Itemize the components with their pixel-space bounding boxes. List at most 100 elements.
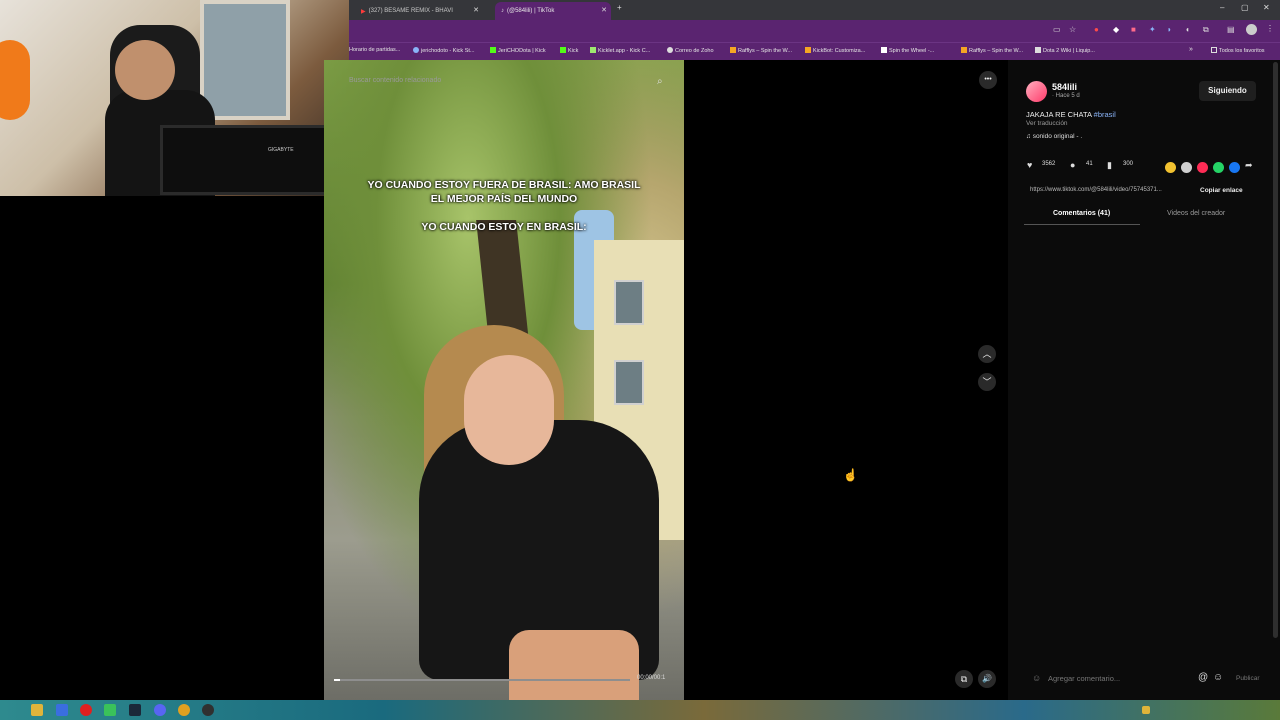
- next-video-button[interactable]: ﹀: [978, 373, 996, 391]
- share-embed-icon[interactable]: [1165, 162, 1176, 173]
- active-tab-underline: [1024, 224, 1140, 225]
- bookmark-item[interactable]: Kick: [560, 47, 578, 54]
- close-tab-icon[interactable]: ✕: [473, 6, 479, 14]
- bookmark-item[interactable]: jerichodoto - Kick St...: [413, 47, 475, 54]
- close-window-button[interactable]: ✕: [1263, 3, 1270, 12]
- tab-comments[interactable]: Comentarios (41): [1053, 210, 1110, 217]
- following-button[interactable]: Siguiendo: [1199, 81, 1256, 101]
- bookmark-item[interactable]: JeriCHODota | Kick: [490, 47, 546, 54]
- all-bookmarks[interactable]: Todos los favoritos: [1211, 47, 1265, 54]
- bookmark-item[interactable]: Rafflys – Spin the W...: [961, 47, 1023, 54]
- search-icon[interactable]: ⌕: [657, 76, 663, 87]
- video-player[interactable]: YO CUANDO ESTOY FUERA DE BRASIL: AMO BRA…: [324, 60, 684, 700]
- pip-button[interactable]: ⧉: [955, 670, 973, 688]
- post-description: JAKAJA RE CHATA #brasil: [1026, 110, 1116, 119]
- share-facebook-icon[interactable]: [1229, 162, 1240, 173]
- profile-avatar[interactable]: [1246, 24, 1257, 35]
- creator-username[interactable]: 584lili: [1052, 82, 1077, 92]
- screen: GIGABYTE ▶ (327) BESAME REMIX - BHAVI ✕ …: [0, 0, 1280, 720]
- previous-video-button[interactable]: ︿: [978, 345, 996, 363]
- share-arrow-icon[interactable]: ➦: [1245, 160, 1253, 171]
- building-window: [614, 280, 644, 325]
- publish-button[interactable]: Publicar: [1236, 675, 1259, 682]
- extension-icon[interactable]: ◗: [1167, 25, 1172, 34]
- panel-scrollbar[interactable]: [1273, 62, 1278, 638]
- menu-icon[interactable]: ⋮: [1266, 24, 1274, 33]
- comment-input[interactable]: Agregar comentario...: [1048, 674, 1120, 683]
- tab-creator-videos[interactable]: Videos del creador: [1167, 210, 1225, 217]
- streamer-face: [115, 40, 175, 100]
- video-progress-bar[interactable]: [334, 679, 630, 681]
- cast-icon[interactable]: ▭: [1053, 25, 1061, 34]
- bookmark-item[interactable]: Rafflys – Spin the W...: [730, 47, 792, 54]
- orange-object: [0, 40, 30, 120]
- sidebar-icon[interactable]: ▤: [1227, 25, 1235, 34]
- like-count: 3562: [1042, 161, 1056, 167]
- music-note-icon: ♫: [1026, 133, 1033, 140]
- video-face: [464, 355, 554, 465]
- steam-icon[interactable]: [129, 704, 141, 716]
- discord-icon[interactable]: [154, 704, 166, 716]
- youtube-icon: ▶: [361, 8, 366, 15]
- puzzle-icon[interactable]: ⧉: [1203, 25, 1209, 35]
- share-friends-icon[interactable]: [1181, 162, 1192, 173]
- tab-tiktok[interactable]: ♪ (@584lili) | TikTok ✕: [495, 2, 611, 20]
- extension-icon[interactable]: ●: [1094, 25, 1099, 34]
- obs-icon[interactable]: [202, 704, 214, 716]
- building-window: [614, 360, 644, 405]
- webcam-overlay: GIGABYTE: [0, 0, 349, 196]
- minimize-button[interactable]: –: [1220, 3, 1224, 12]
- bookmark-item[interactable]: Horario de partidas...: [349, 47, 400, 53]
- vscode-icon[interactable]: [56, 704, 68, 716]
- caption-line-1: YO CUANDO ESTOY FUERA DE BRASIL: AMO BRA…: [367, 179, 641, 191]
- address-bar-row: ▭ ☆ ● ◆ ■ ✦ ◗ ◖ ⧉ ▤ ⋮: [349, 20, 1280, 42]
- sound-label: sonido original - .: [1032, 133, 1083, 140]
- translate-link[interactable]: Ver traducción: [1026, 120, 1068, 127]
- mouse-cursor-icon: ☝: [843, 468, 858, 482]
- tab-youtube[interactable]: ▶ (327) BESAME REMIX - BHAVI ✕: [355, 2, 483, 20]
- new-tab-button[interactable]: +: [617, 3, 622, 12]
- maximize-button[interactable]: ▢: [1241, 3, 1249, 12]
- background-door: [200, 0, 290, 120]
- heart-icon[interactable]: ♥: [1027, 160, 1032, 170]
- sound-row[interactable]: ♫ sonido original - .: [1026, 133, 1082, 140]
- close-tab-icon[interactable]: ✕: [601, 6, 607, 14]
- mention-icon[interactable]: @: [1198, 672, 1208, 683]
- chrome-icon[interactable]: [178, 704, 190, 716]
- copy-link-button[interactable]: Copiar enlace: [1200, 187, 1243, 194]
- volume-button[interactable]: 🔊: [978, 670, 996, 688]
- opera-icon[interactable]: [80, 704, 92, 716]
- tab-label: (327) BESAME REMIX - BHAVI: [368, 8, 453, 14]
- share-tiktok-icon[interactable]: [1197, 162, 1208, 173]
- extension-icon[interactable]: ◆: [1113, 25, 1119, 34]
- star-icon[interactable]: ☆: [1069, 25, 1076, 34]
- extension-icon[interactable]: ✦: [1149, 25, 1156, 34]
- comment-input-row: ☺ Agregar comentario... @ ☺ Publicar: [1024, 668, 1276, 690]
- bookmarks-overflow[interactable]: »: [1189, 46, 1193, 53]
- spreadsheet-icon[interactable]: [104, 704, 116, 716]
- bookmark-icon[interactable]: ▮: [1107, 160, 1112, 171]
- bookmark-item[interactable]: Dota 2 Wiki | Liquip...: [1035, 47, 1095, 54]
- bookmark-item[interactable]: Spin the Wheel -...: [881, 47, 934, 54]
- extension-icon[interactable]: ◖: [1185, 25, 1190, 34]
- tray-icon[interactable]: [1142, 706, 1150, 714]
- more-options-button[interactable]: •••: [979, 71, 997, 89]
- extension-icon[interactable]: ■: [1131, 25, 1136, 34]
- monitor: [160, 125, 345, 195]
- hashtag-link[interactable]: #brasil: [1094, 110, 1116, 119]
- emoji-icon[interactable]: ☺: [1213, 672, 1223, 683]
- bookmark-item[interactable]: KickBot: Customiza...: [805, 47, 865, 54]
- video-link: https://www.tiktok.com/@584lili/video/75…: [1030, 187, 1162, 193]
- bookmark-item[interactable]: Kicklet.app - Kick C...: [590, 47, 650, 54]
- progress-fill: [334, 679, 340, 681]
- related-search-hint[interactable]: Buscar contenido relacionado: [349, 77, 441, 84]
- comment-icon[interactable]: ●: [1070, 160, 1075, 170]
- post-date: · Hace 5 d: [1052, 93, 1080, 99]
- folder-icon[interactable]: [31, 704, 43, 716]
- taskbar: [0, 700, 1280, 720]
- share-whatsapp-icon[interactable]: [1213, 162, 1224, 173]
- bookmark-item[interactable]: Correo de Zoho: [667, 47, 714, 54]
- creator-avatar[interactable]: [1026, 81, 1047, 102]
- caption-line-2: EL MEJOR PAÍS DEL MUNDO: [430, 193, 578, 205]
- description-text: JAKAJA RE CHATA: [1026, 110, 1094, 119]
